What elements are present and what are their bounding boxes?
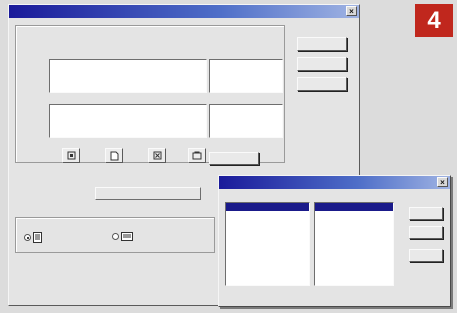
format-list-item[interactable] — [315, 203, 393, 211]
landscape-page-icon — [120, 232, 133, 241]
column-icon[interactable] — [148, 148, 166, 163]
popup-cancel-button[interactable] — [409, 226, 443, 239]
category-list-item[interactable] — [226, 211, 309, 219]
orientation-group — [15, 217, 215, 253]
landscape-radio[interactable] — [112, 233, 119, 240]
format-list-item[interactable] — [315, 226, 393, 234]
category-list-item[interactable] — [226, 226, 309, 234]
format-list-item[interactable] — [315, 218, 393, 226]
name-dropdown[interactable] — [95, 187, 201, 200]
category-list[interactable] — [225, 202, 310, 286]
format-list-item[interactable] — [315, 211, 393, 219]
tool-field[interactable] — [59, 148, 83, 165]
popup-ok-button[interactable] — [409, 207, 443, 220]
header-right-box[interactable] — [209, 59, 283, 93]
orientation-option-portrait[interactable] — [24, 232, 42, 243]
category-list-item[interactable] — [226, 263, 309, 271]
ok-button[interactable] — [297, 37, 347, 51]
category-list-item[interactable] — [226, 218, 309, 226]
category-list-item[interactable] — [226, 233, 309, 241]
dialog-description — [20, 32, 278, 46]
category-list-item[interactable] — [226, 241, 309, 249]
category-list-item[interactable] — [226, 271, 309, 279]
document-icon[interactable] — [105, 148, 123, 163]
footer-right-box[interactable] — [209, 104, 283, 138]
popup-title-bar[interactable]: × — [219, 176, 450, 189]
popup-close-icon[interactable]: × — [437, 177, 448, 187]
tool-column[interactable] — [145, 148, 169, 165]
format-button[interactable] — [209, 152, 259, 165]
dialog-title-bar[interactable]: × — [9, 5, 359, 18]
format-list[interactable] — [314, 202, 394, 286]
help-button[interactable] — [297, 77, 347, 91]
page-icon[interactable] — [188, 148, 206, 163]
layout-group — [15, 25, 285, 163]
field-picker-dialog: × — [218, 175, 451, 307]
category-list-item[interactable] — [226, 256, 309, 264]
portrait-page-icon — [32, 232, 42, 243]
footer-left-center-box[interactable] — [49, 104, 207, 138]
header-left-center-box[interactable] — [49, 59, 207, 93]
tool-document[interactable] — [102, 148, 126, 165]
orientation-option-landscape[interactable] — [112, 232, 133, 241]
cancel-button[interactable] — [297, 57, 347, 71]
portrait-radio[interactable] — [24, 234, 31, 241]
category-list-item[interactable] — [226, 203, 309, 211]
format-list-item[interactable] — [315, 233, 393, 241]
category-list-item[interactable] — [226, 248, 309, 256]
tool-page[interactable] — [185, 148, 209, 165]
close-icon[interactable]: × — [346, 6, 357, 16]
field-icon[interactable] — [62, 148, 80, 163]
step-number-badge: 4 — [415, 4, 453, 37]
popup-help-button[interactable] — [409, 249, 443, 262]
